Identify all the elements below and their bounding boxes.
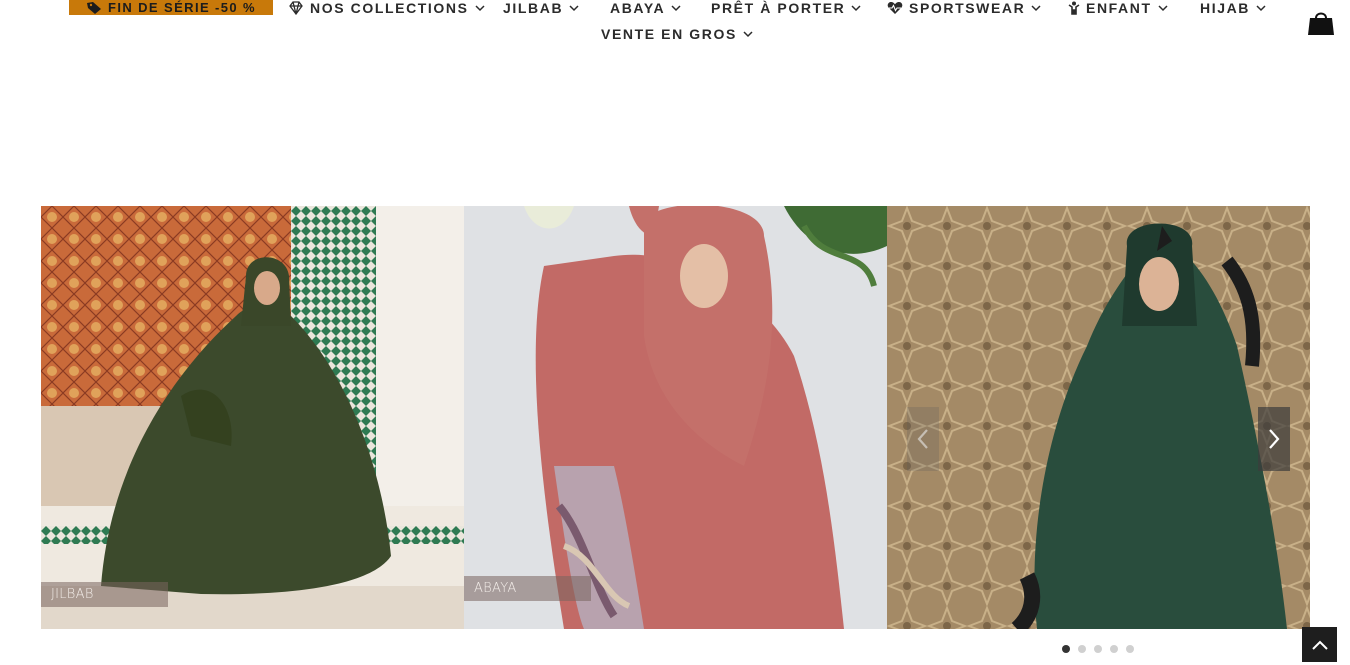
chevron-up-icon (1311, 640, 1328, 650)
nav-item-label: SPORTSWEAR (909, 0, 1026, 16)
nav-item-label: JILBAB (503, 0, 564, 16)
chevron-down-icon (475, 5, 485, 12)
promo-label: FIN DE SÉRIE -50 % (107, 0, 256, 15)
chevron-left-icon (917, 429, 928, 449)
nav-item-label: HIJAB (1200, 0, 1251, 16)
nav-item-pret-a-porter[interactable]: PRÊT À PORTER (711, 0, 861, 16)
slider-dot[interactable] (1126, 645, 1134, 653)
nav-item-label: PRÊT À PORTER (711, 0, 846, 16)
promo-menu-item[interactable]: FIN DE SÉRIE -50 % (69, 0, 273, 15)
nav-item-vente-en-gros[interactable]: VENTE EN GROS (601, 26, 753, 42)
slider-dot[interactable] (1094, 645, 1102, 653)
slide-caption[interactable]: ABAYA (464, 576, 591, 601)
abaya-photo (464, 206, 887, 629)
slide-abaya[interactable]: ABAYA (464, 206, 887, 629)
chevron-down-icon (851, 5, 861, 12)
slider-dot[interactable] (1110, 645, 1118, 653)
chevron-down-icon (1158, 5, 1168, 12)
heartbeat-icon (887, 1, 903, 15)
slide-caption[interactable]: JILBAB (41, 582, 168, 607)
chevron-down-icon (743, 31, 753, 38)
slider-next-button[interactable] (1258, 407, 1290, 471)
shopping-bag-icon[interactable] (1307, 8, 1335, 36)
nav-item-sportswear[interactable]: SPORTSWEAR (887, 0, 1041, 16)
nav-item-jilbab[interactable]: JILBAB (503, 0, 579, 16)
slider-dot[interactable] (1078, 645, 1086, 653)
nav-item-collections[interactable]: NOS COLLECTIONS (288, 0, 485, 16)
nav-item-label: ENFANT (1086, 0, 1152, 16)
nav-item-label: NOS COLLECTIONS (310, 0, 469, 16)
back-to-top-button[interactable] (1302, 627, 1337, 662)
nav-item-enfant[interactable]: ENFANT (1068, 0, 1168, 16)
tag-icon (86, 1, 101, 14)
slider-dot[interactable] (1062, 645, 1070, 653)
jilbab-photo (41, 206, 464, 629)
nav-item-label: ABAYA (610, 0, 666, 16)
chevron-down-icon (1031, 5, 1041, 12)
child-icon (1068, 1, 1080, 15)
chevron-right-icon (1269, 429, 1280, 449)
chevron-down-icon (1256, 5, 1266, 12)
nav-item-abaya[interactable]: ABAYA (610, 0, 681, 16)
slide-jilbab-green[interactable] (887, 206, 1310, 629)
nav-item-hijab[interactable]: HIJAB (1200, 0, 1266, 16)
slide-jilbab[interactable]: JILBAB (41, 206, 464, 629)
nav-item-label: VENTE EN GROS (601, 26, 737, 42)
main-navigation: FIN DE SÉRIE -50 % NOS COLLECTIONS JILBA… (0, 0, 1350, 50)
chevron-down-icon (671, 5, 681, 12)
slider-pagination (1062, 645, 1134, 653)
jilbab-green-photo (887, 206, 1310, 629)
slider-prev-button[interactable] (907, 407, 939, 471)
chevron-down-icon (569, 5, 579, 12)
diamond-icon (289, 1, 303, 15)
hero-slider: JILBAB ABAYA (41, 206, 1310, 629)
